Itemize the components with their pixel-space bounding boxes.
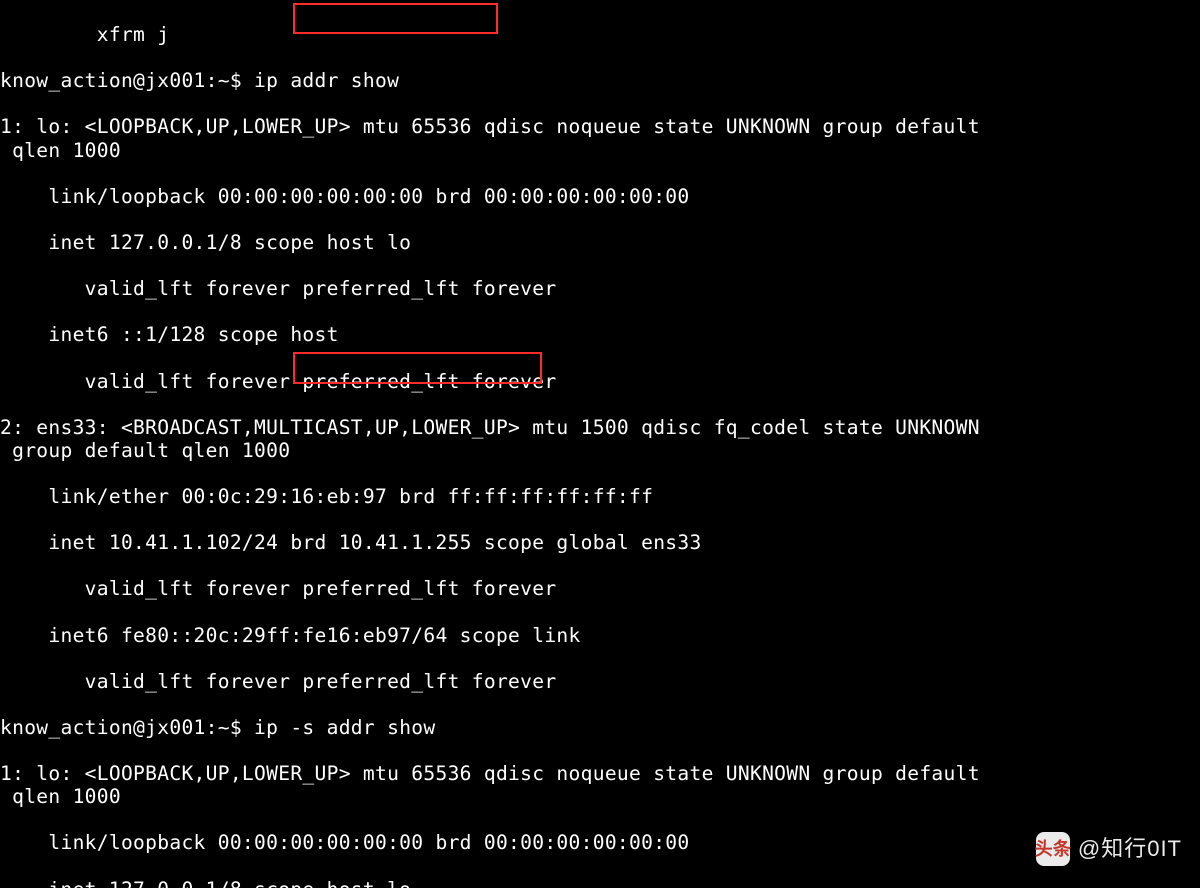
output-line: inet 10.41.1.102/24 brd 10.41.1.255 scop…: [0, 531, 1200, 554]
output-line: 1: lo: <LOOPBACK,UP,LOWER_UP> mtu 65536 …: [0, 115, 1200, 161]
output-line: link/loopback 00:00:00:00:00:00 brd 00:0…: [0, 185, 1200, 208]
output-line: link/loopback 00:00:00:00:00:00 brd 00:0…: [0, 831, 1200, 854]
watermark-text: @知行0IT: [1078, 837, 1182, 860]
command-input[interactable]: ip -s addr show: [254, 716, 435, 739]
output-line: inet 127.0.0.1/8 scope host lo: [0, 878, 1200, 888]
output-line: 2: ens33: <BROADCAST,MULTICAST,UP,LOWER_…: [0, 416, 1200, 462]
partial-output-line: xfrm j: [0, 23, 1200, 46]
watermark-logo-icon: 头条: [1036, 832, 1070, 866]
output-line: inet 127.0.0.1/8 scope host lo: [0, 231, 1200, 254]
output-line: inet6 fe80::20c:29ff:fe16:eb97/64 scope …: [0, 624, 1200, 647]
output-line: valid_lft forever preferred_lft forever: [0, 670, 1200, 693]
command-input[interactable]: ip addr show: [254, 69, 399, 92]
output-line: 1: lo: <LOOPBACK,UP,LOWER_UP> mtu 65536 …: [0, 762, 1200, 808]
output-line: inet6 ::1/128 scope host: [0, 323, 1200, 346]
shell-prompt: know_action@jx001:~$: [0, 69, 254, 92]
terminal[interactable]: xfrm j know_action@jx001:~$ ip addr show…: [0, 0, 1200, 888]
output-line: valid_lft forever preferred_lft forever: [0, 277, 1200, 300]
watermark: 头条 @知行0IT: [1036, 832, 1182, 866]
output-line: valid_lft forever preferred_lft forever: [0, 370, 1200, 393]
output-line: valid_lft forever preferred_lft forever: [0, 577, 1200, 600]
shell-prompt: know_action@jx001:~$: [0, 716, 254, 739]
output-line: link/ether 00:0c:29:16:eb:97 brd ff:ff:f…: [0, 485, 1200, 508]
